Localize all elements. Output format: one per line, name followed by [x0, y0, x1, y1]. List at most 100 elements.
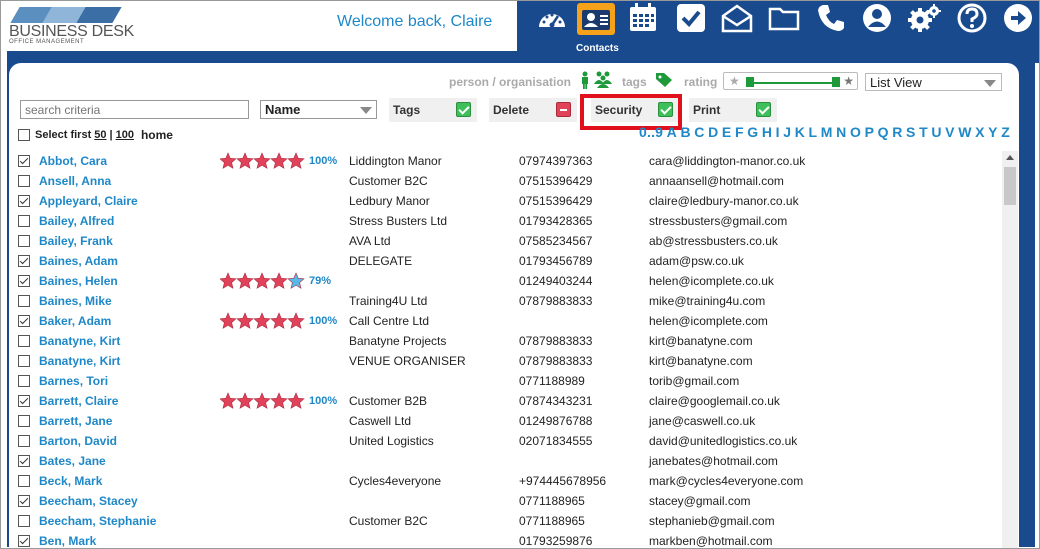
search-input[interactable]	[20, 100, 249, 119]
contact-name[interactable]: Barnes, Tori	[39, 374, 108, 388]
alpha-link[interactable]: S	[906, 124, 916, 140]
table-row[interactable]: Beecham, Stephanie Customer B2C 0771188965…	[9, 511, 1003, 531]
select-100-link[interactable]: 100	[116, 129, 134, 141]
alpha-link[interactable]: J	[783, 124, 791, 140]
alpha-link[interactable]: L	[809, 124, 818, 140]
alpha-link[interactable]: H	[762, 124, 772, 140]
alpha-link[interactable]: E	[722, 124, 732, 140]
alpha-link[interactable]: T	[919, 124, 928, 140]
alpha-link[interactable]: I	[776, 124, 780, 140]
row-checkbox[interactable]	[18, 435, 30, 447]
table-row[interactable]: Abbot, Cara 100% Liddington Manor 079743973…	[9, 151, 1003, 171]
alpha-link[interactable]: Q	[878, 124, 889, 140]
contact-name[interactable]: Ben, Mark	[39, 534, 96, 548]
alpha-link[interactable]: G	[747, 124, 758, 140]
scrollbar[interactable]	[1002, 151, 1018, 548]
rating-max-handle[interactable]	[832, 77, 840, 87]
print-option[interactable]: Print	[689, 98, 777, 122]
table-row[interactable]: Banatyne, Kirt Banatyne Projects 078798838…	[9, 331, 1003, 351]
contact-name[interactable]: Abbot, Cara	[39, 154, 107, 168]
select-all-checkbox[interactable]	[18, 129, 30, 141]
delete-option[interactable]: Delete	[489, 98, 577, 122]
row-checkbox[interactable]	[18, 415, 30, 427]
table-row[interactable]: Appleyard, Claire Ledbury Manor 0751539642…	[9, 191, 1003, 211]
row-checkbox[interactable]	[18, 355, 30, 367]
person-organisation-filter[interactable]	[579, 71, 621, 92]
alpha-link[interactable]: F	[735, 124, 744, 140]
field-select[interactable]: Name	[260, 100, 377, 119]
row-checkbox[interactable]	[18, 375, 30, 387]
table-row[interactable]: Ben, Mark 01793259876 markben@hotmail.com	[9, 531, 1003, 548]
contact-name[interactable]: Baines, Adam	[39, 254, 118, 268]
alpha-link[interactable]: 0..9	[639, 124, 663, 140]
row-checkbox[interactable]	[18, 255, 30, 267]
nav-settings[interactable]	[905, 1, 945, 49]
delete-minus-icon[interactable]	[556, 102, 571, 117]
row-checkbox[interactable]	[18, 155, 30, 167]
row-checkbox[interactable]	[18, 515, 30, 527]
alpha-link[interactable]: M	[821, 124, 833, 140]
row-checkbox[interactable]	[18, 295, 30, 307]
contact-name[interactable]: Baker, Adam	[39, 314, 111, 328]
print-check-icon[interactable]	[756, 102, 771, 117]
alpha-link[interactable]: P	[865, 124, 875, 140]
table-row[interactable]: Beck, Mark Cycles4everyone +974445678956 ma…	[9, 471, 1003, 491]
alpha-link[interactable]: R	[892, 124, 902, 140]
table-row[interactable]: Barrett, Claire 100% Customer B2B 078743432…	[9, 391, 1003, 411]
alpha-link[interactable]: A	[667, 124, 677, 140]
contact-name[interactable]: Beecham, Stephanie	[39, 514, 156, 528]
table-row[interactable]: Bailey, Frank AVA Ltd 07585234567 ab@stress…	[9, 231, 1003, 251]
alpha-link[interactable]: D	[708, 124, 718, 140]
tags-filter[interactable]	[655, 72, 675, 91]
table-row[interactable]: Banatyne, Kirt VENUE ORGANISER 07879883833…	[9, 351, 1003, 371]
table-row[interactable]: Baines, Mike Training4U Ltd 07879883833 mik…	[9, 291, 1003, 311]
row-checkbox[interactable]	[18, 235, 30, 247]
contact-name[interactable]: Banatyne, Kirt	[39, 334, 120, 348]
contact-name[interactable]: Baines, Helen	[39, 274, 118, 288]
contact-name[interactable]: Barton, David	[39, 434, 117, 448]
alpha-link[interactable]: O	[850, 124, 861, 140]
nav-help[interactable]	[952, 1, 992, 49]
select-50-link[interactable]: 50	[94, 129, 106, 141]
table-row[interactable]: Baines, Adam DELEGATE 01793456789 adam@psw.…	[9, 251, 1003, 271]
rating-min-handle[interactable]	[746, 77, 754, 87]
nav-mail[interactable]	[717, 1, 757, 49]
nav-user[interactable]	[857, 1, 897, 49]
contact-name[interactable]: Banatyne, Kirt	[39, 354, 120, 368]
logo[interactable]: BUSINESS DESK OFFICE MANAGEMENT	[9, 5, 149, 49]
alpha-link[interactable]: K	[795, 124, 805, 140]
row-checkbox[interactable]	[18, 175, 30, 187]
table-row[interactable]: Barrett, Jane Caswell Ltd 01249876788 jane@…	[9, 411, 1003, 431]
contact-name[interactable]: Appleyard, Claire	[39, 194, 138, 208]
table-row[interactable]: Barton, David United Logistics 02071834555…	[9, 431, 1003, 451]
nav-dashboard[interactable]	[532, 1, 572, 49]
row-checkbox[interactable]	[18, 395, 30, 407]
table-row[interactable]: Bates, Jane janebates@hotmail.com	[9, 451, 1003, 471]
table-row[interactable]: Baines, Helen 79% 01249403244 helen@icomple…	[9, 271, 1003, 291]
contact-name[interactable]: Baines, Mike	[39, 294, 112, 308]
alpha-link[interactable]: Y	[988, 124, 998, 140]
row-checkbox[interactable]	[18, 335, 30, 347]
nav-folder[interactable]	[764, 1, 804, 49]
table-row[interactable]: Bailey, Alfred Stress Busters Ltd 01793428…	[9, 211, 1003, 231]
table-row[interactable]: Ansell, Anna Customer B2C 07515396429 annaa…	[9, 171, 1003, 191]
rating-slider[interactable]: ★ ★	[723, 72, 858, 90]
nav-logout[interactable]	[998, 1, 1038, 49]
table-row[interactable]: Barnes, Tori 0771188989 torib@gmail.com	[9, 371, 1003, 391]
view-select[interactable]: List View	[865, 73, 1002, 91]
row-checkbox[interactable]	[18, 315, 30, 327]
contact-name[interactable]: Bailey, Alfred	[39, 214, 114, 228]
tags-option[interactable]: Tags	[389, 98, 477, 122]
alpha-link[interactable]: V	[945, 124, 955, 140]
scroll-up-icon[interactable]	[1006, 155, 1014, 160]
alpha-link[interactable]: W	[958, 124, 971, 140]
contact-name[interactable]: Beecham, Stacey	[39, 494, 138, 508]
alpha-link[interactable]: B	[680, 124, 690, 140]
row-checkbox[interactable]	[18, 195, 30, 207]
contact-name[interactable]: Bates, Jane	[39, 454, 106, 468]
table-row[interactable]: Beecham, Stacey 0771188965 stacey@gmail.co…	[9, 491, 1003, 511]
alpha-link[interactable]: U	[931, 124, 941, 140]
nav-tasks[interactable]	[671, 1, 711, 49]
alpha-link[interactable]: Z	[1001, 124, 1010, 140]
row-checkbox[interactable]	[18, 215, 30, 227]
